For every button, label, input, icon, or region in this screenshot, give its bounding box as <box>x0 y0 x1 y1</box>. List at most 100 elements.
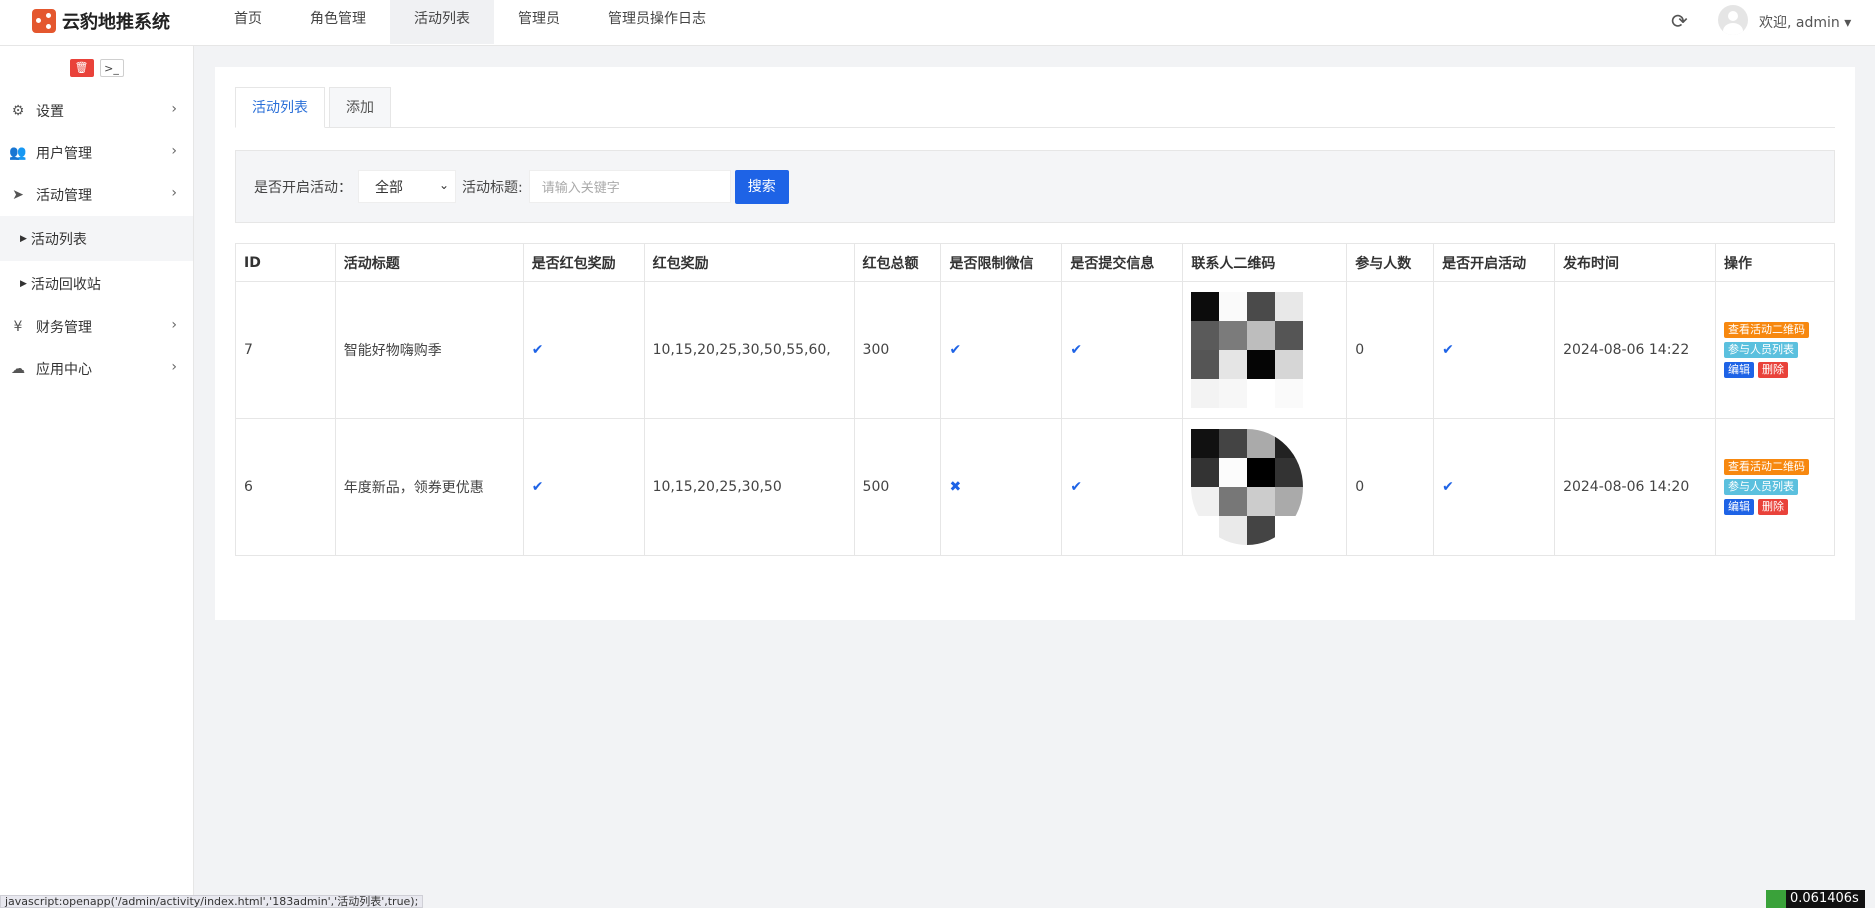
sidebar-item-label: 活动管理 <box>36 188 92 204</box>
user-menu[interactable]: 欢迎, admin ▾ <box>1759 12 1851 32</box>
cell-id: 6 <box>235 418 336 556</box>
participants-button[interactable]: 参与人员列表 <box>1723 479 1798 495</box>
column-header: 红包总额 <box>853 243 942 282</box>
row-actions: 查看活动二维码 参与人员列表 编辑 删除 <box>1723 322 1834 378</box>
check-icon: ✔ <box>1442 479 1454 495</box>
app-title: 云豹地推系统 <box>62 12 170 33</box>
status-select-value: 全部 <box>375 179 403 196</box>
sidebar: 🗑 >_ ⚙ 设置 › 👥 用户管理 › ➤ 活动管理 › ▶ 活动列表 ▶ 活… <box>0 46 194 908</box>
chevron-right-icon: › <box>171 317 177 333</box>
search-button[interactable]: 搜索 <box>734 169 789 204</box>
activity-table: ID 活动标题 是否红包奖励 红包奖励 红包总额 是否限制微信 是否提交信息 联… <box>235 243 1836 556</box>
cross-icon: ✖ <box>949 479 962 495</box>
cell-rewards: 10,15,20,25,30,50 <box>643 418 855 556</box>
sidebar-tools: 🗑 >_ <box>0 46 193 90</box>
nav-activity-list[interactable]: 活动列表 <box>390 0 494 44</box>
view-qr-button[interactable]: 查看活动二维码 <box>1723 459 1809 475</box>
cell-time: 2024-08-06 14:20 <box>1554 418 1716 556</box>
refresh-icon[interactable]: ⟳ <box>1671 9 1688 33</box>
view-qr-button[interactable]: 查看活动二维码 <box>1723 322 1809 338</box>
tab-bar: 活动列表 添加 <box>235 87 1835 128</box>
tab-add[interactable]: 添加 <box>329 87 391 128</box>
cell-rewards: 10,15,20,25,30,50,55,60, <box>643 281 855 419</box>
cell-total: 300 <box>853 281 942 419</box>
sidebar-subitem-label: 活动回收站 <box>30 276 101 293</box>
gear-icon: ⚙ <box>11 103 25 119</box>
cloud-icon: ☁ <box>11 361 25 377</box>
title-search-input[interactable]: 请输入关键字 <box>528 170 731 203</box>
trash-icon[interactable]: 🗑 <box>69 59 94 77</box>
status-filter-label: 是否开启活动： <box>254 179 352 196</box>
delete-button[interactable]: 删除 <box>1757 499 1788 515</box>
column-header: ID <box>235 243 336 282</box>
cell-title: 年度新品，领券更优惠 <box>334 418 524 556</box>
column-header: 发布时间 <box>1554 243 1716 282</box>
caret-right-icon: ▶ <box>20 278 27 289</box>
users-icon: 👥 <box>9 145 27 161</box>
nav-admin-logs[interactable]: 管理员操作日志 <box>584 0 730 44</box>
app-logo[interactable]: 云豹地推系统 <box>32 8 170 34</box>
cell-title: 智能好物嗨购季 <box>334 281 524 419</box>
chevron-down-icon: ⌄ <box>438 178 449 192</box>
table-header-row: ID 活动标题 是否红包奖励 红包奖励 红包总额 是否限制微信 是否提交信息 联… <box>235 243 1836 282</box>
sidebar-item-label: 应用中心 <box>36 362 92 378</box>
top-nav: 首页 角色管理 活动列表 管理员 管理员操作日志 <box>210 0 730 46</box>
content-panel: 活动列表 添加 是否开启活动： 全部 ⌄ 活动标题: 请输入关键字 搜索 ID … <box>215 67 1855 620</box>
check-icon: ✔ <box>531 342 544 358</box>
logo-icon <box>32 9 56 33</box>
column-header: 是否红包奖励 <box>522 243 645 282</box>
sidebar-subitem-activity-list[interactable]: ▶ 活动列表 <box>0 216 193 261</box>
sidebar-subitem-recycle[interactable]: ▶ 活动回收站 <box>0 261 193 306</box>
chevron-right-icon: › <box>171 359 177 375</box>
status-bar-url: javascript:openapp('/admin/activity/inde… <box>0 895 424 908</box>
sidebar-item-users[interactable]: 👥 用户管理 › <box>0 132 193 174</box>
column-header: 是否开启活动 <box>1433 243 1556 282</box>
paper-plane-icon: ➤ <box>12 187 24 203</box>
sidebar-item-label: 用户管理 <box>36 146 92 162</box>
sidebar-item-finance[interactable]: ¥ 财务管理 › <box>0 306 193 348</box>
column-header: 活动标题 <box>334 243 524 282</box>
column-header: 操作 <box>1714 243 1836 282</box>
nav-roles[interactable]: 角色管理 <box>286 0 390 44</box>
check-icon: ✔ <box>949 342 962 358</box>
chevron-right-icon: › <box>171 101 177 117</box>
qr-code-image <box>1191 429 1304 545</box>
check-icon: ✔ <box>1442 342 1454 358</box>
delete-button[interactable]: 删除 <box>1757 362 1788 378</box>
cell-time: 2024-08-06 14:22 <box>1554 281 1716 419</box>
search-form: 是否开启活动： 全部 ⌄ 活动标题: 请输入关键字 搜索 <box>235 150 1835 223</box>
sidebar-item-activity[interactable]: ➤ 活动管理 › <box>0 174 193 216</box>
table-row: 7 智能好物嗨购季 ✔ 10,15,20,25,30,50,55,60, 300… <box>235 281 1836 419</box>
edit-button[interactable]: 编辑 <box>1723 362 1754 378</box>
nav-admins[interactable]: 管理员 <box>494 0 584 44</box>
chevron-right-icon: › <box>171 185 177 201</box>
sidebar-item-settings[interactable]: ⚙ 设置 › <box>0 90 193 132</box>
avatar[interactable] <box>1718 5 1748 35</box>
cell-id: 7 <box>235 281 336 419</box>
sidebar-item-label: 设置 <box>36 104 64 120</box>
sidebar-item-label: 财务管理 <box>36 320 92 336</box>
edit-button[interactable]: 编辑 <box>1723 499 1754 515</box>
column-header: 参与人数 <box>1346 243 1435 282</box>
table-row: 6 年度新品，领券更优惠 ✔ 10,15,20,25,30,50 500 ✖ ✔ <box>235 418 1836 556</box>
cell-total: 500 <box>853 418 942 556</box>
column-header: 是否限制微信 <box>940 243 1063 282</box>
cell-participants: 0 <box>1346 281 1435 419</box>
column-header: 是否提交信息 <box>1061 243 1184 282</box>
status-select[interactable]: 全部 ⌄ <box>358 170 456 203</box>
nav-home[interactable]: 首页 <box>210 0 286 44</box>
chevron-right-icon: › <box>171 143 177 159</box>
column-header: 红包奖励 <box>643 243 855 282</box>
top-header: 云豹地推系统 首页 角色管理 活动列表 管理员 管理员操作日志 ⟳ 欢迎, ad… <box>0 0 1875 46</box>
caret-right-icon: ▶ <box>20 233 27 244</box>
console-icon[interactable]: >_ <box>99 59 124 77</box>
check-icon: ✔ <box>1070 342 1083 358</box>
title-filter-label: 活动标题: <box>462 179 523 196</box>
sidebar-subitem-label: 活动列表 <box>30 231 87 248</box>
tab-activity-list[interactable]: 活动列表 <box>235 87 325 128</box>
check-icon: ✔ <box>1070 479 1083 495</box>
sidebar-item-apps[interactable]: ☁ 应用中心 › <box>0 348 193 390</box>
participants-button[interactable]: 参与人员列表 <box>1723 342 1798 358</box>
debug-timer: 0.061406s <box>1766 890 1865 908</box>
column-header: 联系人二维码 <box>1182 243 1348 282</box>
